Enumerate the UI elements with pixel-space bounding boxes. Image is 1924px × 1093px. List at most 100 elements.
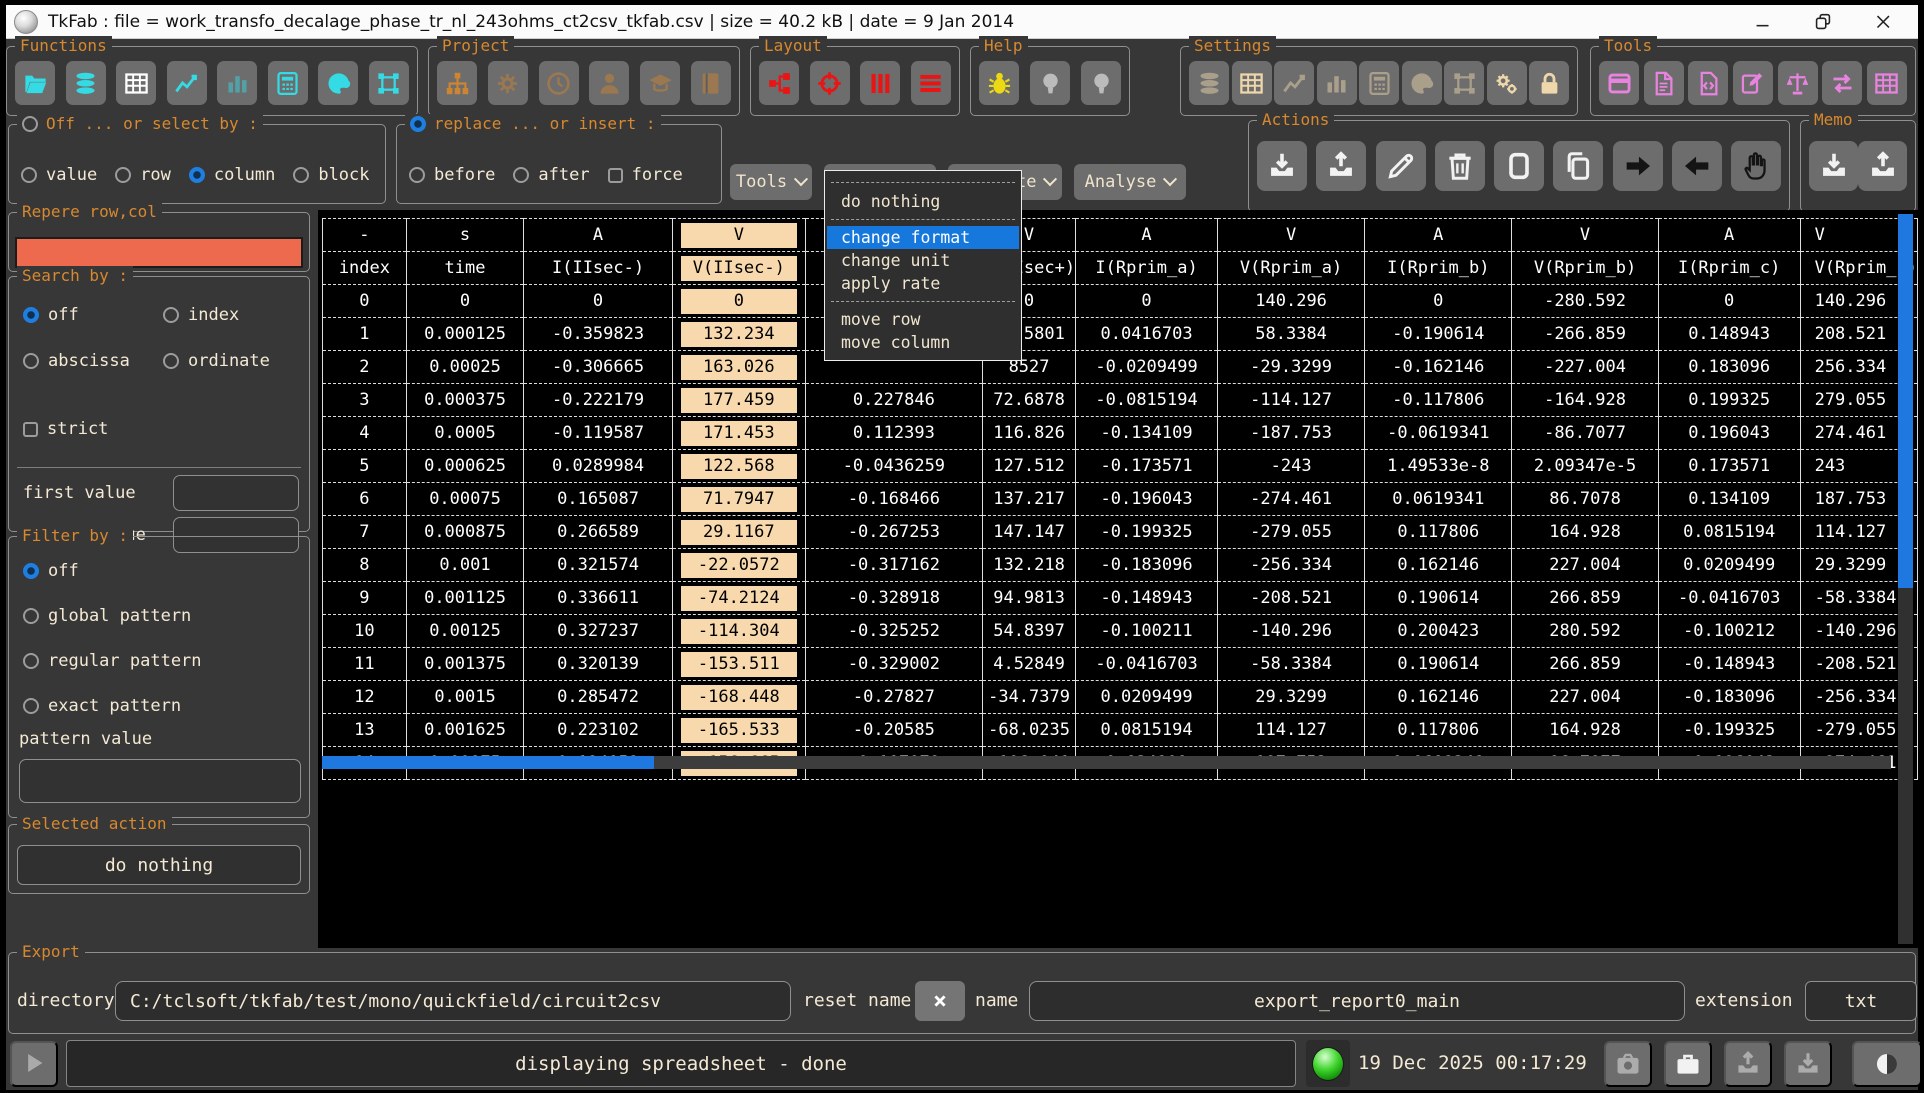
project-history-button[interactable]	[539, 61, 579, 105]
settings-data-button[interactable]	[1189, 61, 1229, 105]
table-row-cell[interactable]: 29.3299	[1218, 681, 1365, 714]
minimize-button[interactable]	[1750, 9, 1776, 35]
menu-item-change-format[interactable]: change format	[827, 226, 1019, 249]
vertical-scrollbar-thumb[interactable]	[1898, 214, 1913, 588]
theme-toggle-button[interactable]	[1852, 1041, 1922, 1087]
settings-line-chart-button[interactable]	[1274, 61, 1314, 105]
table-row-cell[interactable]: -279.055	[1218, 516, 1365, 549]
table-row-cell[interactable]: 0.165087	[524, 483, 673, 516]
unit-row-cell[interactable]: A	[1076, 219, 1218, 252]
table-row-cell[interactable]: 137.217	[982, 483, 1075, 516]
header-row-cell[interactable]: time	[406, 252, 523, 285]
table-row-cell[interactable]: -165.533	[672, 714, 805, 747]
table-row-cell[interactable]: 0.000875	[406, 516, 523, 549]
table-row-cell[interactable]: -0.317162	[805, 549, 982, 582]
table-row-cell[interactable]: 0.327237	[524, 615, 673, 648]
header-row-cell[interactable]: I(IIsec-)	[524, 252, 673, 285]
tool-window-button[interactable]	[1599, 61, 1639, 105]
table-row-cell[interactable]: -22.0572	[672, 549, 805, 582]
unit-row-cell[interactable]: A	[1658, 219, 1800, 252]
table-row-cell[interactable]: 0.001125	[406, 582, 523, 615]
select-by-row-radio[interactable]	[115, 167, 131, 183]
reset-name-button[interactable]	[915, 981, 965, 1021]
table-row-cell[interactable]: 0.227846	[805, 384, 982, 417]
table-row-cell[interactable]: 227.004	[1512, 549, 1658, 582]
table-row-cell[interactable]: -29.3299	[1218, 351, 1365, 384]
table-row-cell[interactable]: -0.199325	[1076, 516, 1218, 549]
layout-rows-button[interactable]	[911, 61, 951, 105]
layout-center-button[interactable]	[810, 61, 850, 105]
select-by-block-radio[interactable]	[293, 167, 309, 183]
table-row-cell[interactable]: 280.592	[1512, 615, 1658, 648]
table-row-cell[interactable]: 0.000625	[406, 450, 523, 483]
settings-transform-button[interactable]	[1444, 61, 1484, 105]
replace-radio[interactable]	[410, 116, 426, 132]
table-row-cell[interactable]: 2.09347e-5	[1512, 450, 1658, 483]
table-row-cell[interactable]: -0.100212	[1658, 615, 1800, 648]
header-row-cell[interactable]: index	[323, 252, 407, 285]
table-row-cell[interactable]: -0.329002	[805, 648, 982, 681]
table-row-cell[interactable]: 0.0005	[406, 417, 523, 450]
project-learn-button[interactable]	[640, 61, 680, 105]
table-row-cell[interactable]: 86.7078	[1512, 483, 1658, 516]
project-tree-button[interactable]	[437, 61, 477, 105]
table-row-cell[interactable]: -0.328918	[805, 582, 982, 615]
table-row-cell[interactable]: -34.7379	[982, 681, 1075, 714]
table-row-cell[interactable]: 266.859	[1512, 582, 1658, 615]
palette-tool-button[interactable]	[318, 61, 358, 105]
table-row-cell[interactable]: -0.27827	[805, 681, 982, 714]
table-row-cell[interactable]: 177.459	[672, 384, 805, 417]
table-row-cell[interactable]: 0	[1365, 285, 1512, 318]
menu-item-move-row[interactable]: move row	[827, 308, 1019, 331]
table-row-cell[interactable]: 0.134109	[1658, 483, 1800, 516]
table-row-cell[interactable]: 0.117806	[1365, 516, 1512, 549]
table-row-cell[interactable]: -153.511	[672, 648, 805, 681]
table-row-cell[interactable]: 5	[323, 450, 407, 483]
unit-row-cell[interactable]: A	[1365, 219, 1512, 252]
hint-1-button[interactable]	[1030, 61, 1070, 105]
bar-chart-view-button[interactable]	[217, 61, 257, 105]
table-row-cell[interactable]: 0.173571	[1658, 450, 1800, 483]
table-row-cell[interactable]: -208.521	[1218, 582, 1365, 615]
table-row-cell[interactable]: -0.148943	[1076, 582, 1218, 615]
table-row-cell[interactable]: -0.173571	[1076, 450, 1218, 483]
table-row-cell[interactable]: -58.3384	[1218, 648, 1365, 681]
header-row-cell[interactable]: I(Rprim_b)	[1365, 252, 1512, 285]
data-stack-button[interactable]	[66, 61, 106, 105]
table-row-cell[interactable]: 0.162146	[1365, 681, 1512, 714]
table-row-cell[interactable]: 0.00025	[406, 351, 523, 384]
table-row-cell[interactable]: -0.183096	[1076, 549, 1218, 582]
table-row-cell[interactable]: 164.928	[1512, 516, 1658, 549]
header-row-cell[interactable]: V(Rprim_b)	[1512, 252, 1658, 285]
table-row-cell[interactable]: 116.826	[982, 417, 1075, 450]
header-row-cell[interactable]: I(Rprim_a)	[1076, 252, 1218, 285]
table-row-cell[interactable]: 12	[323, 681, 407, 714]
table-row-cell[interactable]: 0.0815194	[1076, 714, 1218, 747]
table-row-cell[interactable]: 0.0209499	[1658, 549, 1800, 582]
settings-palette-button[interactable]	[1402, 61, 1442, 105]
table-row-cell[interactable]: 0.200423	[1365, 615, 1512, 648]
select-by-value-radio[interactable]	[21, 167, 37, 183]
settings-spreadsheet-button[interactable]	[1232, 61, 1272, 105]
first-value-input[interactable]	[173, 475, 299, 511]
table-row-cell[interactable]: 0.001625	[406, 714, 523, 747]
action-export-button[interactable]	[1316, 141, 1366, 191]
unit-row-cell[interactable]: A	[524, 219, 673, 252]
table-row-cell[interactable]: 0.336611	[524, 582, 673, 615]
table-row-cell[interactable]: 0.223102	[524, 714, 673, 747]
table-row-cell[interactable]: 140.296	[1218, 285, 1365, 318]
table-row-cell[interactable]: 227.004	[1512, 681, 1658, 714]
table-row-cell[interactable]: -86.7077	[1512, 417, 1658, 450]
table-row-cell[interactable]: -114.304	[672, 615, 805, 648]
table-row-cell[interactable]: 0.0289984	[524, 450, 673, 483]
table-row-cell[interactable]: 0.001	[406, 549, 523, 582]
pattern-value-input[interactable]	[19, 759, 301, 803]
search-by-abscissa-radio[interactable]	[23, 353, 39, 369]
restore-button[interactable]	[1810, 9, 1836, 35]
tool-script-button[interactable]	[1688, 61, 1728, 105]
table-row-cell[interactable]: 163.026	[672, 351, 805, 384]
tool-report-button[interactable]	[1644, 61, 1684, 105]
table-row-cell[interactable]: -114.127	[1218, 384, 1365, 417]
table-row-cell[interactable]: -243	[1218, 450, 1365, 483]
insert-after-radio[interactable]	[513, 167, 529, 183]
